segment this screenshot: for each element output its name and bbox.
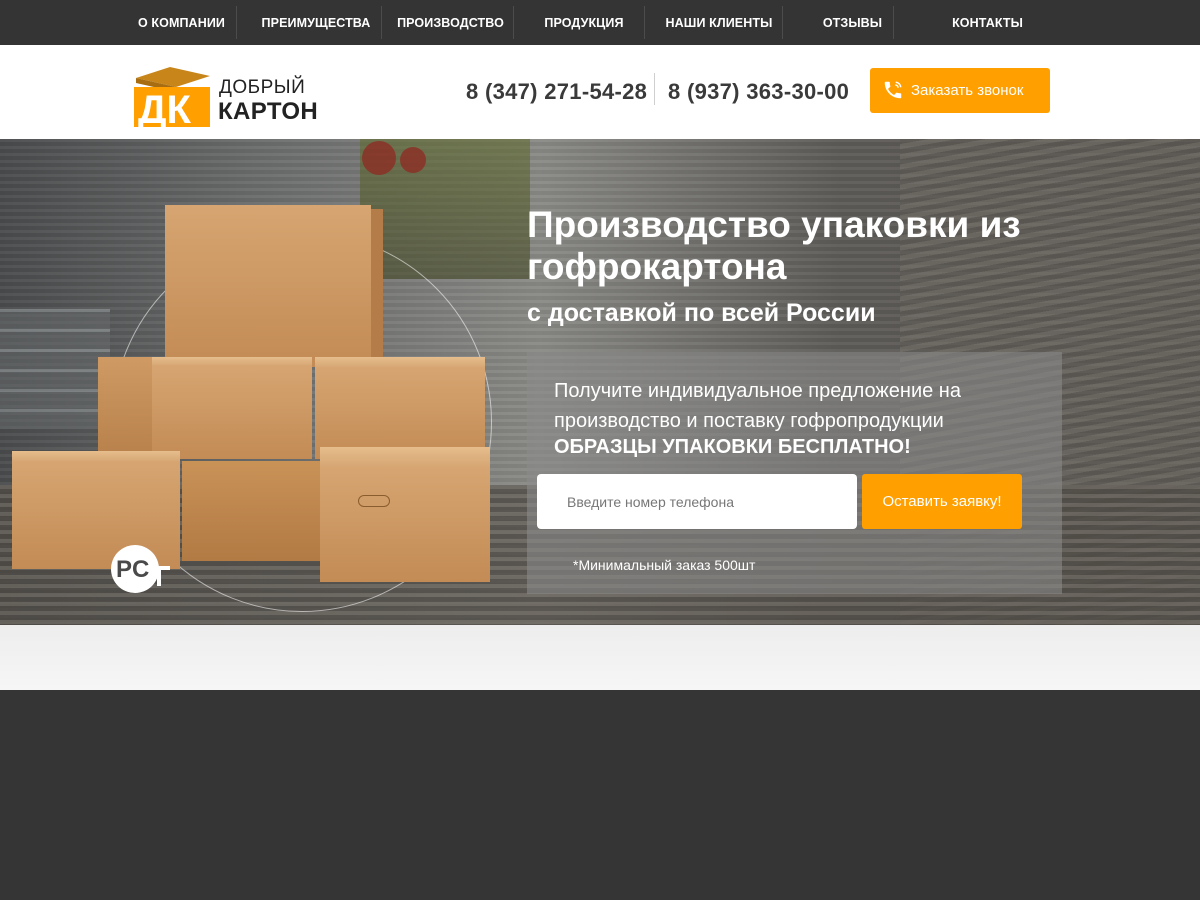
nav-separator [513, 6, 514, 39]
nav-separator [893, 6, 894, 39]
phone-separator [654, 73, 655, 105]
nav-separator [381, 6, 382, 39]
offer-panel: Получите индивидуальное предложение на п… [527, 352, 1062, 594]
logo-letters: ДК [138, 88, 191, 129]
box [98, 357, 158, 452]
logo-line1: ДОБРЫЙ [219, 77, 306, 98]
box [182, 451, 327, 561]
nav-item-reviews[interactable]: ОТЗЫВЫ [805, 0, 900, 45]
nav-separator [782, 6, 783, 39]
nav-item-production[interactable]: ПРОИЗВОДСТВО [389, 0, 512, 45]
order-call-label: Заказать звонок [911, 82, 1024, 99]
dark-footer-area [0, 690, 1200, 900]
phone-number-2[interactable]: 8 (937) 363-30-00 [668, 79, 849, 105]
background-wheel [362, 141, 396, 175]
svg-text:PC: PC [116, 556, 149, 583]
light-stripe [0, 625, 1200, 690]
logo[interactable]: ДК ДОБРЫЙ КАРТОН [132, 67, 332, 129]
phone-input[interactable] [537, 474, 857, 529]
site-header: ДК ДОБРЫЙ КАРТОН 8 (347) 271-54-28 8 (93… [0, 45, 1200, 139]
phone-number-1[interactable]: 8 (347) 271-54-28 [466, 79, 647, 105]
nav-item-advantages[interactable]: ПРЕИМУЩЕСТВА [252, 0, 380, 45]
free-samples-text: ОБРАЗЦЫ УПАКОВКИ БЕСПЛАТНО! [554, 436, 911, 458]
box [165, 205, 383, 367]
nav-item-about[interactable]: О КОМПАНИИ [128, 0, 235, 45]
logo-box-icon: ДК [134, 67, 210, 129]
hero-subtitle: с доставкой по всей России [527, 299, 876, 327]
nav-separator [236, 6, 237, 39]
background-rack [0, 309, 110, 429]
nav-menu: О КОМПАНИИ ПРЕИМУЩЕСТВА ПРОИЗВОДСТВО ПРО… [0, 0, 1200, 45]
nav-item-clients[interactable]: НАШИ КЛИЕНТЫ [655, 0, 783, 45]
logo-line2: КАРТОН [218, 98, 319, 125]
box [152, 357, 317, 459]
offer-text: Получите индивидуальное предложение на п… [554, 380, 961, 432]
box [315, 357, 487, 459]
nav-item-contacts[interactable]: КОНТАКТЫ [940, 0, 1035, 45]
gost-certification-icon: PC [111, 545, 170, 593]
order-call-button[interactable]: Заказать звонок [870, 68, 1050, 113]
min-order-note: *Минимальный заказ 500шт [573, 557, 756, 573]
phone-icon [884, 81, 902, 99]
submit-request-button[interactable]: Оставить заявку! [862, 474, 1022, 529]
nav-item-products[interactable]: ПРОДУКЦИЯ [530, 0, 638, 45]
box [320, 447, 492, 582]
hero-section: PC Производство упаковки из гофрокартона… [0, 139, 1200, 625]
hero-title: Производство упаковки из гофрокартона [527, 204, 1021, 287]
background-wheel [400, 147, 426, 173]
nav-separator [644, 6, 645, 39]
top-navigation: О КОМПАНИИ ПРЕИМУЩЕСТВА ПРОИЗВОДСТВО ПРО… [0, 0, 1200, 45]
